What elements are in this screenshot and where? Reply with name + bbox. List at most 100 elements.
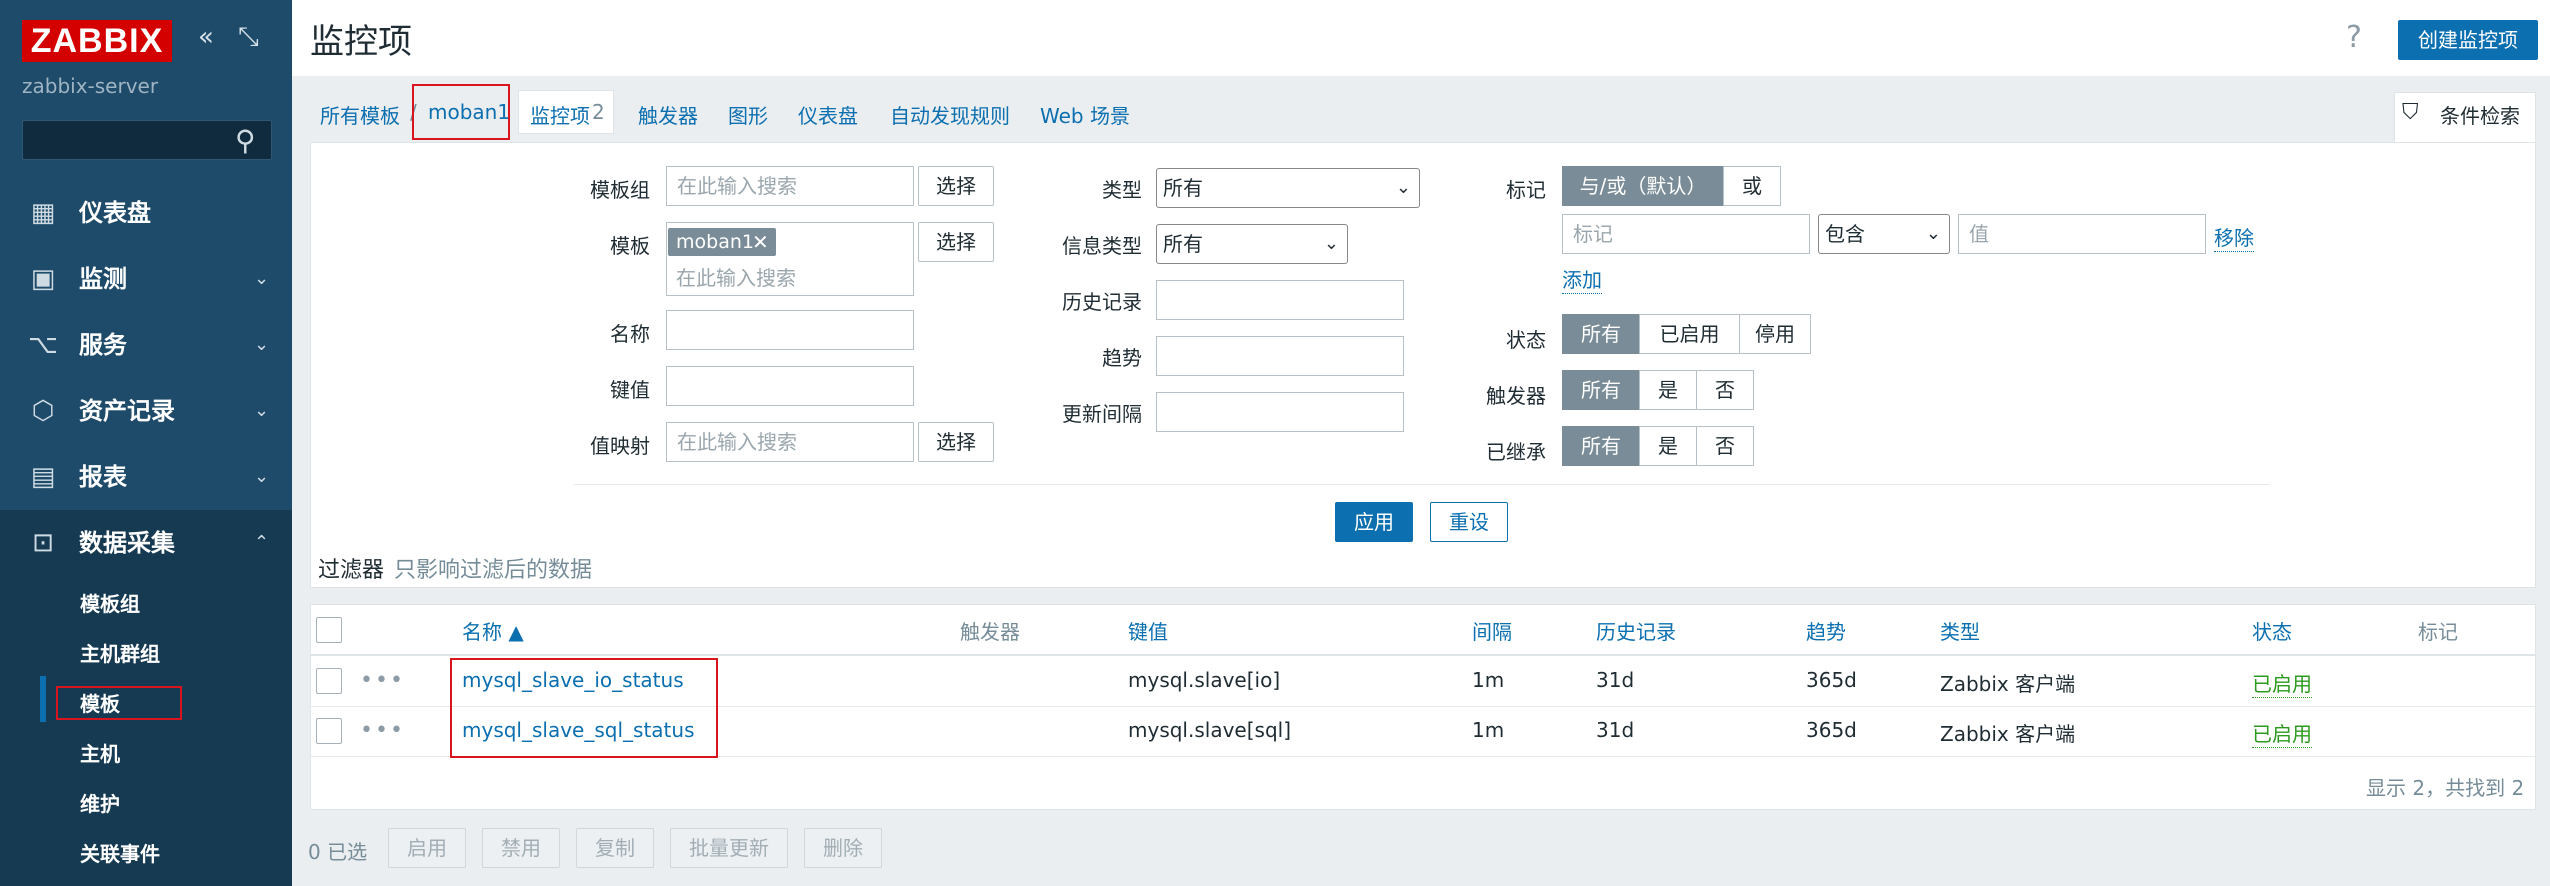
item-trends: 365d bbox=[1806, 718, 1857, 742]
item-type: Zabbix 客户端 bbox=[1940, 722, 2076, 746]
zabbix-logo[interactable]: ZABBIX bbox=[22, 20, 172, 62]
header-type[interactable]: 类型 bbox=[1940, 616, 1980, 645]
submenu-maintenance[interactable]: 维护 bbox=[80, 788, 120, 817]
status-toggle[interactable]: 已启用 bbox=[2252, 718, 2312, 748]
tab-items[interactable]: 监控项 bbox=[530, 100, 590, 129]
header-tags: 标记 bbox=[2418, 620, 2458, 644]
highlight-box bbox=[412, 84, 510, 140]
submenu-hosts[interactable]: 主机 bbox=[80, 738, 120, 767]
tag-name-input[interactable]: 标记 bbox=[1562, 214, 1810, 254]
mass-update-button[interactable]: 批量更新 bbox=[670, 828, 788, 868]
template-group-input[interactable]: 在此输入搜索 bbox=[666, 166, 914, 206]
key-input[interactable] bbox=[666, 366, 914, 406]
item-history: 31d bbox=[1596, 718, 1635, 742]
apply-button[interactable]: 应用 bbox=[1335, 502, 1413, 542]
tab-dashboards[interactable]: 仪表盘 bbox=[798, 100, 858, 129]
kiosk-mode-icon[interactable]: ⤡ bbox=[238, 22, 259, 53]
remove-tag-link[interactable]: 移除 bbox=[2214, 222, 2254, 252]
tab-discovery[interactable]: 自动发现规则 bbox=[890, 100, 1010, 129]
history-input[interactable] bbox=[1156, 280, 1404, 320]
inherited-no-button[interactable]: 否 bbox=[1696, 426, 1754, 466]
state-disabled-button[interactable]: 停用 bbox=[1739, 314, 1811, 354]
header-trends[interactable]: 趋势 bbox=[1806, 616, 1846, 645]
submenu-host-groups[interactable]: 主机群组 bbox=[80, 638, 160, 667]
header-key[interactable]: 键值 bbox=[1128, 616, 1168, 645]
tag-value-input[interactable]: 值 bbox=[1958, 214, 2206, 254]
menu-reports[interactable]: ▤ 报表 ⌄ bbox=[0, 444, 292, 510]
submenu-template-groups[interactable]: 模板组 bbox=[80, 588, 140, 617]
filter-divider bbox=[574, 484, 2270, 485]
row-menu-icon[interactable]: ••• bbox=[360, 668, 405, 693]
name-input[interactable] bbox=[666, 310, 914, 350]
template-group-select-button[interactable]: 选择 bbox=[918, 166, 994, 206]
header-interval[interactable]: 间隔 bbox=[1472, 616, 1512, 645]
interval-input[interactable] bbox=[1156, 392, 1404, 432]
create-item-button[interactable]: 创建监控项 bbox=[2398, 20, 2538, 60]
tab-items-count: 2 bbox=[592, 100, 605, 124]
monitoring-icon: ▣ bbox=[30, 264, 56, 294]
valuemap-select-button[interactable]: 选择 bbox=[918, 422, 994, 462]
inherited-yes-button[interactable]: 是 bbox=[1639, 426, 1697, 466]
label-name: 名称 bbox=[610, 322, 650, 346]
tag-operator-select[interactable]: 包含 ⌄ bbox=[1818, 214, 1950, 254]
header-history[interactable]: 历史记录 bbox=[1596, 616, 1676, 645]
template-search-placeholder: 在此输入搜索 bbox=[676, 266, 796, 290]
label-trigger: 触发器 bbox=[1486, 384, 1546, 408]
row-checkbox[interactable] bbox=[316, 718, 342, 744]
collapse-sidebar-icon[interactable]: « bbox=[198, 22, 214, 52]
type-select[interactable]: 所有 ⌄ bbox=[1156, 168, 1420, 208]
server-name: zabbix-server bbox=[22, 74, 159, 98]
remove-tag-icon[interactable]: ✕ bbox=[752, 228, 769, 256]
chevron-down-icon: ⌄ bbox=[1925, 223, 1941, 244]
label-info-type: 信息类型 bbox=[1062, 234, 1142, 258]
disable-button[interactable]: 禁用 bbox=[482, 828, 560, 868]
search-icon[interactable]: ⚲ bbox=[235, 124, 256, 157]
submenu-event-correlation[interactable]: 关联事件 bbox=[80, 838, 160, 867]
template-tag-label: moban1 bbox=[676, 231, 754, 253]
state-enabled-button[interactable]: 已启用 bbox=[1639, 314, 1740, 354]
menu-data-collection[interactable]: ⊡ 数据采集 ⌃ bbox=[0, 510, 292, 576]
info-type-select[interactable]: 所有 ⌄ bbox=[1156, 224, 1348, 264]
menu-label: 报表 bbox=[79, 463, 127, 491]
trigger-no-button[interactable]: 否 bbox=[1696, 370, 1754, 410]
valuemap-input[interactable]: 在此输入搜索 bbox=[666, 422, 914, 462]
menu-dashboard[interactable]: ▦ 仪表盘 bbox=[0, 180, 292, 246]
state-all-button[interactable]: 所有 bbox=[1562, 314, 1640, 354]
label-key: 键值 bbox=[610, 378, 650, 402]
tab-web[interactable]: Web 场景 bbox=[1040, 100, 1130, 129]
header-name[interactable]: 名称 ▲ bbox=[462, 616, 524, 645]
item-key: mysql.slave[sql] bbox=[1128, 718, 1291, 742]
template-select-button[interactable]: 选择 bbox=[918, 222, 994, 262]
status-toggle[interactable]: 已启用 bbox=[2252, 668, 2312, 698]
enable-button[interactable]: 启用 bbox=[388, 828, 466, 868]
tab-triggers[interactable]: 触发器 bbox=[638, 100, 698, 129]
item-interval: 1m bbox=[1472, 668, 1505, 692]
menu-services[interactable]: ⌥ 服务 ⌄ bbox=[0, 312, 292, 378]
label-template: 模板 bbox=[610, 234, 650, 258]
item-history: 31d bbox=[1596, 668, 1635, 692]
help-icon[interactable]: ? bbox=[2346, 20, 2362, 55]
menu-monitoring[interactable]: ▣ 监测 ⌄ bbox=[0, 246, 292, 312]
tags-or-button[interactable]: 或 bbox=[1723, 166, 1781, 206]
label-tags: 标记 bbox=[1506, 178, 1546, 202]
chevron-down-icon: ⌄ bbox=[1323, 233, 1339, 254]
breadcrumb-all-templates[interactable]: 所有模板 bbox=[320, 100, 400, 129]
row-menu-icon[interactable]: ••• bbox=[360, 718, 405, 743]
copy-button[interactable]: 复制 bbox=[576, 828, 654, 868]
tab-graphs[interactable]: 图形 bbox=[728, 100, 768, 129]
inherited-all-button[interactable]: 所有 bbox=[1562, 426, 1640, 466]
trigger-yes-button[interactable]: 是 bbox=[1639, 370, 1697, 410]
select-all-checkbox[interactable] bbox=[316, 617, 342, 643]
data-collection-icon: ⊡ bbox=[32, 528, 54, 558]
delete-button[interactable]: 删除 bbox=[804, 828, 882, 868]
highlight-box bbox=[56, 686, 182, 720]
add-tag-link[interactable]: 添加 bbox=[1562, 264, 1602, 294]
chevron-down-icon: ⌄ bbox=[254, 268, 270, 289]
row-checkbox[interactable] bbox=[316, 668, 342, 694]
header-status[interactable]: 状态 bbox=[2252, 616, 2292, 645]
tags-andor-button[interactable]: 与/或（默认） bbox=[1562, 166, 1724, 206]
menu-inventory[interactable]: ⬡ 资产记录 ⌄ bbox=[0, 378, 292, 444]
reset-button[interactable]: 重设 bbox=[1430, 502, 1508, 542]
trigger-all-button[interactable]: 所有 bbox=[1562, 370, 1640, 410]
trends-input[interactable] bbox=[1156, 336, 1404, 376]
